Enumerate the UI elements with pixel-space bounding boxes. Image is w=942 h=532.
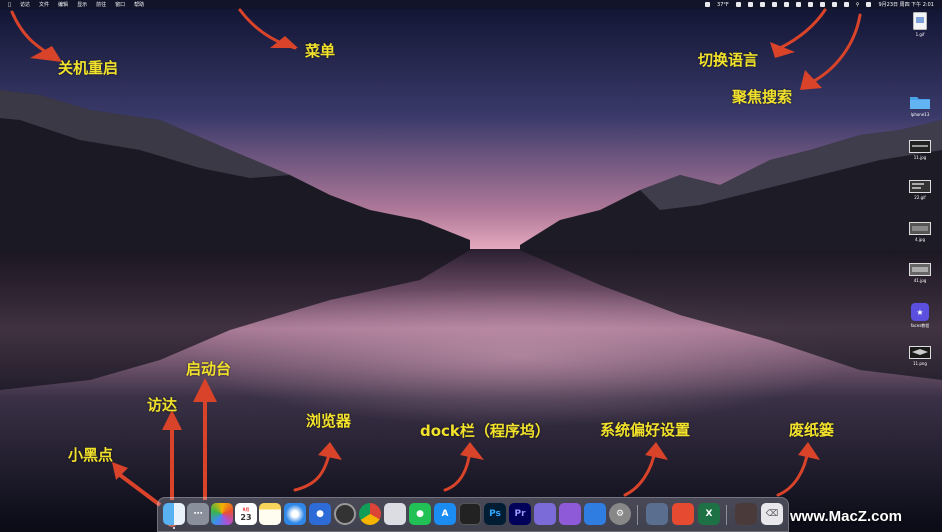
label-shutdown: 关机重启 bbox=[58, 59, 119, 77]
wechat-icon[interactable]: ● bbox=[409, 503, 431, 525]
photos-icon[interactable] bbox=[211, 503, 233, 525]
watermark: www.MacZ.com bbox=[790, 508, 902, 525]
weather-status[interactable]: 37°F bbox=[717, 2, 729, 8]
desktop-file[interactable]: 1.gif bbox=[904, 12, 936, 37]
desktop-wallpaper bbox=[0, 0, 942, 530]
downloads-folder-icon[interactable] bbox=[735, 503, 757, 525]
status-icon-c[interactable] bbox=[747, 2, 753, 7]
spotlight-search-icon[interactable]: ⚲ bbox=[856, 2, 860, 8]
clock-icon[interactable] bbox=[334, 503, 356, 525]
menu-item-view[interactable]: 显示 bbox=[77, 1, 87, 8]
notes-icon[interactable] bbox=[259, 503, 281, 525]
label-language: 切换语言 bbox=[698, 51, 759, 69]
label-dot: 小黑点 bbox=[68, 446, 114, 464]
label-finder: 访达 bbox=[147, 396, 178, 414]
app-file-icon: ★ bbox=[911, 303, 929, 321]
finder-icon[interactable] bbox=[163, 503, 185, 525]
status-icon-e[interactable] bbox=[783, 2, 789, 7]
status-icon-b[interactable] bbox=[735, 2, 741, 7]
screen-capture-icon[interactable] bbox=[384, 503, 406, 525]
desktop-file[interactable]: 22.gif bbox=[904, 180, 936, 200]
excel-icon[interactable]: X bbox=[698, 503, 720, 525]
desktop-folder[interactable]: Iphone13 bbox=[904, 94, 936, 117]
photoshop-icon[interactable]: Ps bbox=[484, 503, 506, 525]
label-dock: dock栏（程序坞） bbox=[420, 422, 550, 440]
status-icon-f[interactable] bbox=[795, 2, 801, 7]
desktop-file[interactable]: 4.jpg bbox=[904, 222, 936, 242]
control-center-icon[interactable] bbox=[866, 2, 872, 7]
calendar-day: 23 bbox=[240, 512, 252, 522]
chrome-icon[interactable] bbox=[359, 503, 381, 525]
running-indicator-dot bbox=[173, 527, 175, 529]
desktop-file[interactable]: 11.jpg bbox=[904, 140, 936, 160]
bluetooth-icon[interactable] bbox=[831, 2, 837, 7]
status-icon-g[interactable] bbox=[807, 2, 813, 7]
label-browser: 浏览器 bbox=[306, 412, 352, 430]
preview-icon[interactable] bbox=[646, 503, 668, 525]
browser-alt-icon[interactable]: ● bbox=[309, 503, 331, 525]
dock-separator bbox=[726, 505, 727, 525]
label-menu: 菜单 bbox=[305, 42, 336, 60]
menu-item-finder[interactable]: 访达 bbox=[20, 1, 30, 8]
label-spotlight: 聚焦搜索 bbox=[732, 88, 793, 106]
svg-text:★: ★ bbox=[916, 308, 923, 317]
premiere-icon[interactable]: Pr bbox=[509, 503, 531, 525]
gif-file-icon bbox=[913, 12, 927, 30]
folder-icon bbox=[910, 97, 930, 109]
desktop-file[interactable]: 11.png bbox=[904, 346, 936, 366]
image-file-icon bbox=[909, 346, 931, 359]
status-icon-d[interactable] bbox=[771, 2, 777, 7]
wifi-icon[interactable] bbox=[843, 2, 849, 7]
input-language-icon[interactable] bbox=[819, 2, 825, 7]
label-launchpad: 启动台 bbox=[186, 360, 232, 378]
menu-item-edit[interactable]: 编辑 bbox=[58, 1, 68, 8]
menu-item-go[interactable]: 前往 bbox=[96, 1, 106, 8]
desktop-file[interactable]: 41.jpg bbox=[904, 263, 936, 283]
apple-menu-icon[interactable]:  bbox=[8, 2, 11, 8]
label-trash: 废纸篓 bbox=[789, 421, 835, 439]
app-icon-b[interactable] bbox=[559, 503, 581, 525]
status-icon-a[interactable] bbox=[705, 2, 711, 7]
wechat-status-icon[interactable] bbox=[759, 2, 765, 7]
trash-icon[interactable]: ⌫ bbox=[761, 503, 783, 525]
system-preferences-icon[interactable]: ⚙ bbox=[609, 503, 631, 525]
menu-item-help[interactable]: 帮助 bbox=[134, 1, 144, 8]
app-store-icon[interactable]: A bbox=[434, 503, 456, 525]
calendar-icon[interactable]: 9月 23 bbox=[235, 503, 257, 525]
image-file-icon bbox=[909, 263, 931, 276]
dock: ⋯ 9月 23 ● ● A Ps Pr ⚙ X ⌫ bbox=[157, 497, 789, 532]
app-icon-a[interactable] bbox=[534, 503, 556, 525]
desktop-file[interactable]: ★ faces教程 bbox=[904, 303, 936, 329]
image-file-icon bbox=[909, 222, 931, 235]
safari-icon[interactable] bbox=[284, 503, 306, 525]
menu-item-file[interactable]: 文件 bbox=[39, 1, 49, 8]
menu-bar:  访达 文件 编辑 显示 前往 窗口 帮助 37°F ⚲ 9月23日 周四 下… bbox=[0, 0, 942, 9]
image-file-icon bbox=[909, 140, 931, 153]
final-cut-icon[interactable] bbox=[459, 503, 481, 525]
label-prefs: 系统偏好设置 bbox=[600, 421, 691, 439]
launchpad-icon[interactable]: ⋯ bbox=[187, 503, 209, 525]
menu-item-window[interactable]: 窗口 bbox=[115, 1, 125, 8]
dock-separator bbox=[637, 505, 638, 525]
office-app-icon[interactable] bbox=[672, 503, 694, 525]
app-icon-c[interactable] bbox=[584, 503, 606, 525]
menubar-clock[interactable]: 9月23日 周四 下午 2:01 bbox=[878, 1, 934, 8]
image-file-icon bbox=[909, 180, 931, 193]
